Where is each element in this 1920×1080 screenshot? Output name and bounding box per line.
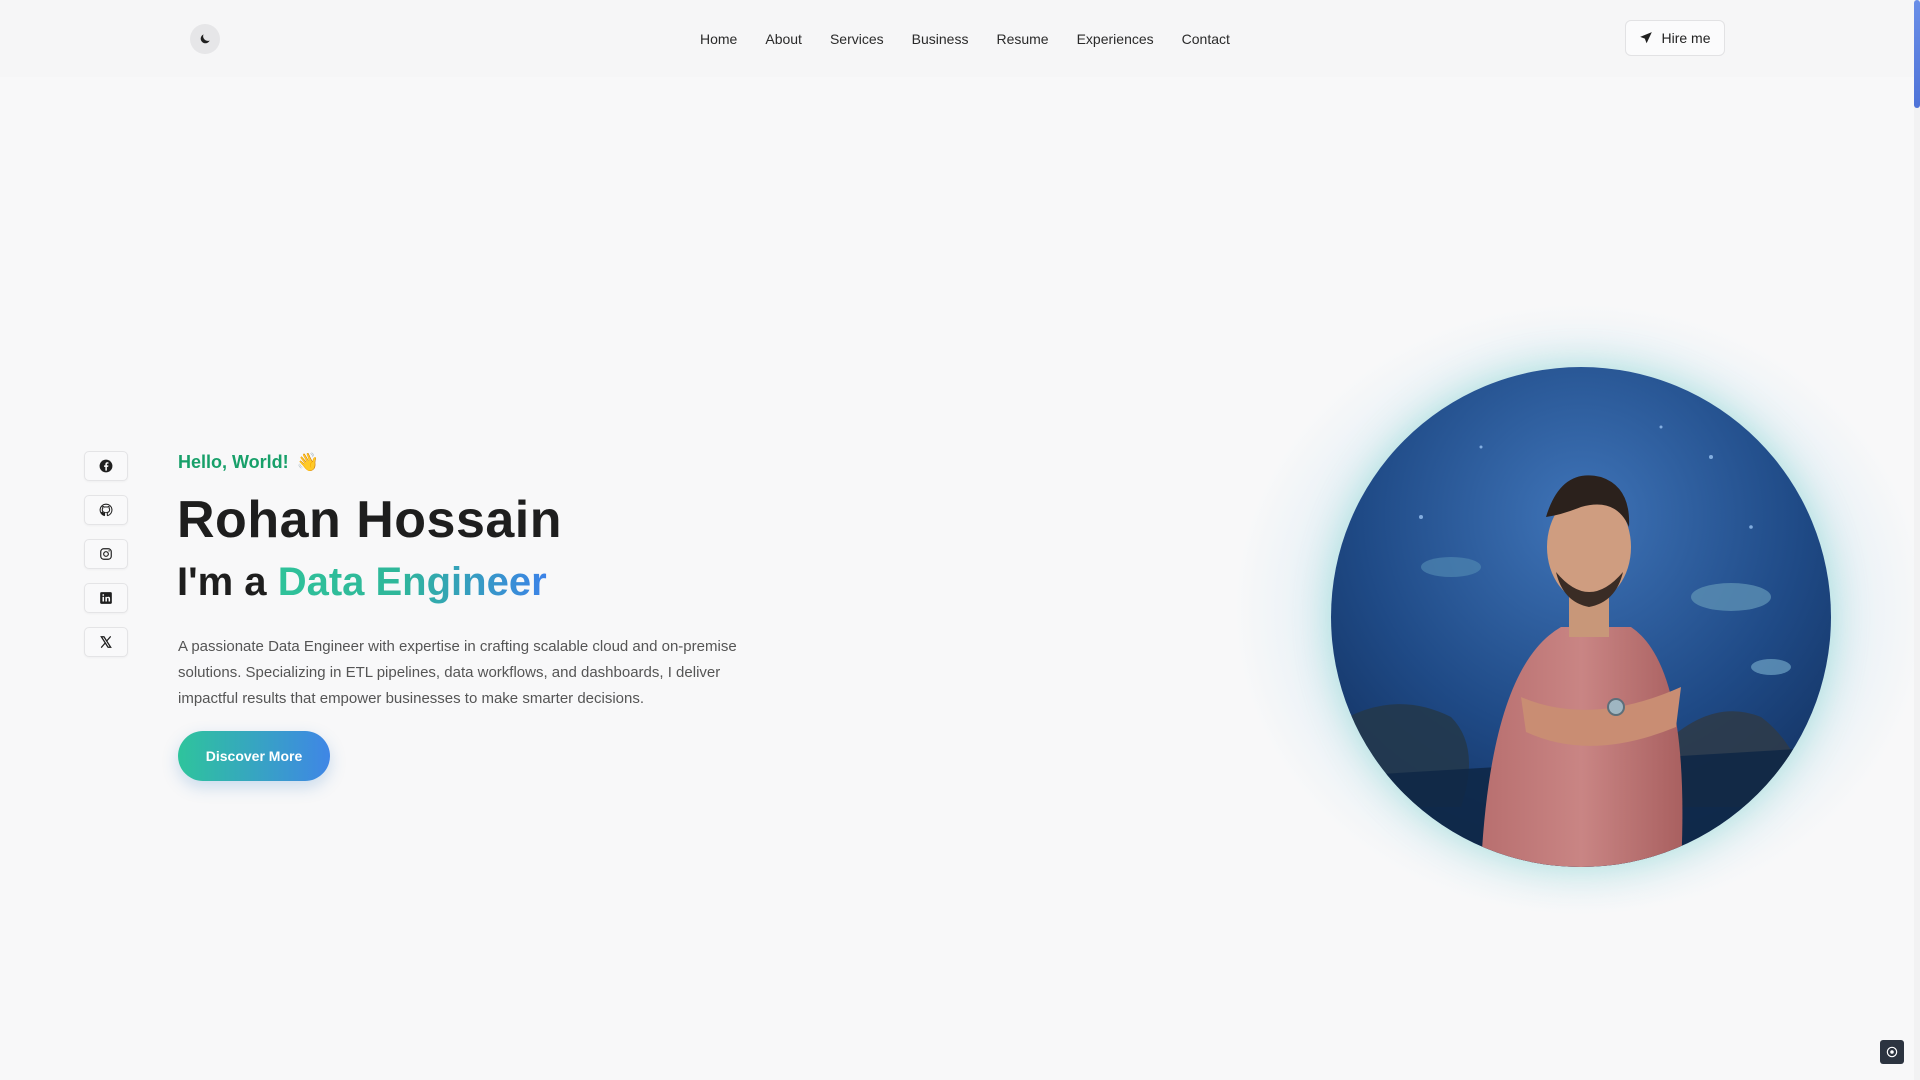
profile-photo bbox=[1331, 367, 1831, 867]
send-icon bbox=[1640, 32, 1653, 44]
x-icon bbox=[100, 636, 112, 648]
nav-home[interactable]: Home bbox=[700, 31, 737, 47]
scrollbar-thumb[interactable] bbox=[1914, 0, 1920, 108]
top-navbar: Home About Services Business Resume Expe… bbox=[0, 0, 1914, 77]
linkedin-link[interactable] bbox=[84, 583, 128, 613]
nav-services[interactable]: Services bbox=[830, 31, 884, 47]
nav-contact[interactable]: Contact bbox=[1182, 31, 1230, 47]
nav-about[interactable]: About bbox=[765, 31, 802, 47]
linkedin-icon bbox=[100, 592, 112, 604]
facebook-icon bbox=[99, 459, 113, 473]
discover-more-button[interactable]: Discover More bbox=[178, 731, 330, 781]
x-link[interactable] bbox=[84, 627, 128, 657]
scrollbar-track[interactable] bbox=[1914, 0, 1920, 1080]
waving-hand-icon: 👋 bbox=[296, 452, 320, 472]
hire-me-label: Hire me bbox=[1661, 30, 1711, 46]
github-link[interactable] bbox=[84, 495, 128, 525]
greeting: Hello, World! 👋 bbox=[178, 452, 319, 473]
nav-business[interactable]: Business bbox=[912, 31, 969, 47]
social-links bbox=[84, 451, 128, 657]
hire-me-button[interactable]: Hire me bbox=[1625, 20, 1725, 56]
role-highlight: Data Engineer bbox=[277, 560, 547, 604]
facebook-link[interactable] bbox=[84, 451, 128, 481]
hero-description: A passionate Data Engineer with expertis… bbox=[178, 638, 737, 707]
aquarium-portrait-image bbox=[1331, 367, 1831, 867]
moon-icon bbox=[200, 34, 210, 44]
greeting-text: Hello, World! bbox=[178, 452, 289, 472]
nav-experiences[interactable]: Experiences bbox=[1077, 31, 1154, 47]
role-prefix: I'm a bbox=[177, 560, 267, 604]
github-icon bbox=[99, 503, 113, 517]
theme-toggle-button[interactable] bbox=[190, 24, 220, 54]
target-icon bbox=[1886, 1046, 1898, 1058]
nav-resume[interactable]: Resume bbox=[996, 31, 1048, 47]
hero-name: Rohan Hossain bbox=[177, 491, 562, 549]
main-nav: Home About Services Business Resume Expe… bbox=[700, 0, 1230, 77]
hero-role: I'm a Data Engineer bbox=[177, 560, 547, 605]
instagram-icon bbox=[100, 548, 112, 560]
scroll-indicator-button[interactable] bbox=[1880, 1040, 1904, 1064]
instagram-link[interactable] bbox=[84, 539, 128, 569]
